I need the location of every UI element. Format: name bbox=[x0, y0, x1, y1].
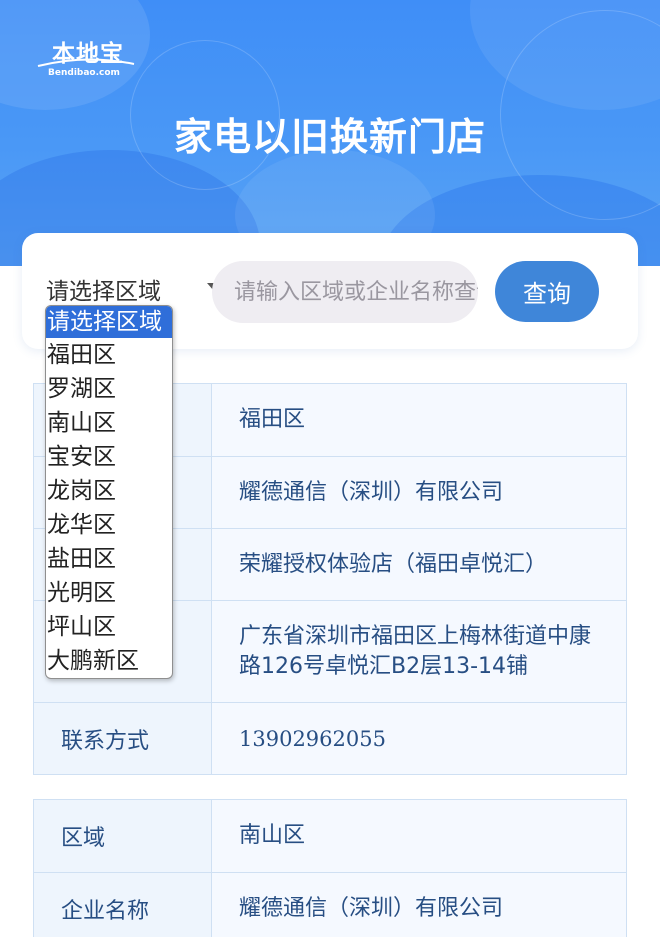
row-value: 耀德通信（深圳）有限公司 bbox=[212, 873, 626, 937]
search-input[interactable] bbox=[212, 261, 478, 323]
logo-subtext: Bendibao.com bbox=[48, 68, 120, 78]
row-label: 区域 bbox=[34, 800, 212, 872]
page: 本地宝 Bendibao.com 家电以旧换新门店 区域 福田区 企业名称 耀德… bbox=[0, 0, 660, 937]
table-row: 企业名称 耀德通信（深圳）有限公司 bbox=[34, 872, 626, 937]
page-title: 家电以旧换新门店 bbox=[173, 115, 486, 159]
district-select[interactable]: 请选择区域 bbox=[46, 271, 235, 307]
dropdown-option[interactable]: 福田区 bbox=[46, 338, 172, 372]
district-select-value: 请选择区域 bbox=[46, 279, 161, 305]
dropdown-option[interactable]: 大鹏新区 bbox=[46, 644, 172, 678]
store-record: 区域 南山区 企业名称 耀德通信（深圳）有限公司 bbox=[33, 799, 627, 937]
row-value: 广东省深圳市福田区上梅林街道中康路126号卓悦汇B2层13-14铺 bbox=[212, 601, 626, 702]
table-row: 区域 南山区 bbox=[34, 800, 626, 872]
dropdown-option[interactable]: 龙岗区 bbox=[46, 474, 172, 508]
row-value: 耀德通信（深圳）有限公司 bbox=[212, 457, 626, 528]
header-banner: 本地宝 Bendibao.com 家电以旧换新门店 bbox=[0, 0, 660, 266]
dropdown-option[interactable]: 坪山区 bbox=[46, 610, 172, 644]
bendibao-logo[interactable]: 本地宝 Bendibao.com bbox=[37, 34, 140, 82]
dropdown-option[interactable]: 龙华区 bbox=[46, 508, 172, 542]
dropdown-option[interactable]: 宝安区 bbox=[46, 440, 172, 474]
table-row: 联系方式 13902962055 bbox=[34, 702, 626, 774]
row-label: 企业名称 bbox=[34, 873, 212, 937]
dropdown-option[interactable]: 光明区 bbox=[46, 576, 172, 610]
row-value: 福田区 bbox=[212, 384, 626, 456]
row-value: 荣耀授权体验店（福田卓悦汇） bbox=[212, 529, 626, 600]
dropdown-option[interactable]: 南山区 bbox=[46, 406, 172, 440]
district-dropdown-list[interactable]: 请选择区域 福田区 罗湖区 南山区 宝安区 龙岗区 龙华区 盐田区 光明区 坪山… bbox=[45, 305, 173, 679]
search-button[interactable]: 查询 bbox=[495, 261, 599, 322]
row-label: 联系方式 bbox=[34, 703, 212, 774]
row-value: 南山区 bbox=[212, 800, 626, 872]
dropdown-option[interactable]: 请选择区域 bbox=[46, 306, 172, 338]
dropdown-option[interactable]: 盐田区 bbox=[46, 542, 172, 576]
phone-value: 13902962055 bbox=[212, 703, 626, 774]
dropdown-option[interactable]: 罗湖区 bbox=[46, 372, 172, 406]
